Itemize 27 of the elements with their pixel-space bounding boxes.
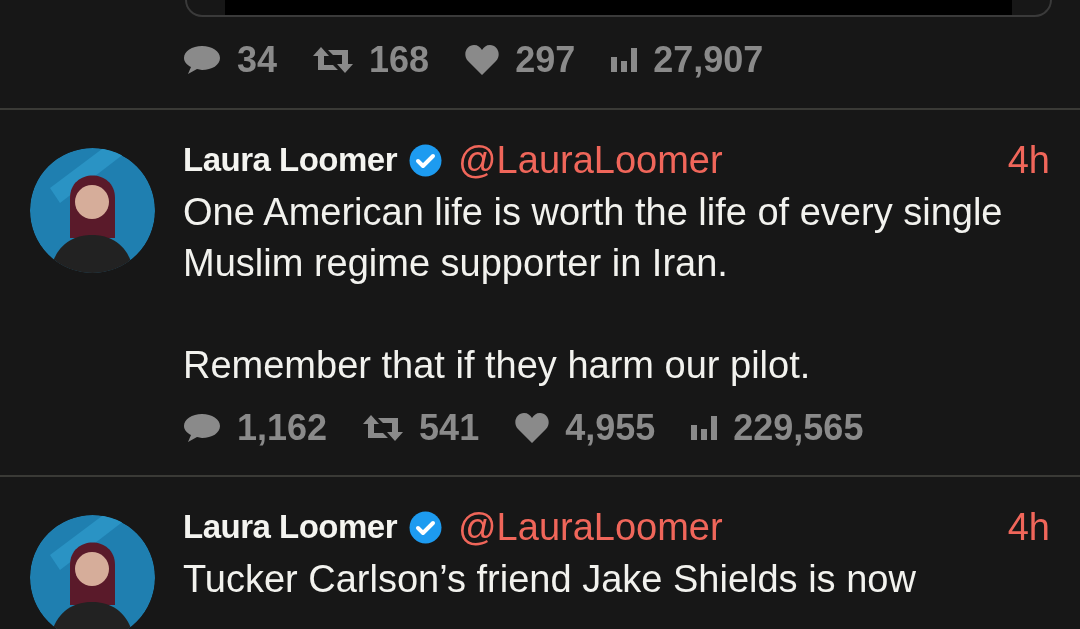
post-text: Tucker Carlson’s friend Jake Shields is now xyxy=(183,557,917,602)
reposts-count: 168 xyxy=(369,38,430,82)
post-time: 4h xyxy=(1007,137,1050,183)
author-name[interactable]: Laura Loomer xyxy=(183,502,398,552)
post-text: One American life is worth the life of every single Muslim regime supporter in Iran. xyxy=(183,190,1004,286)
replies-count: 1,162 xyxy=(237,406,328,450)
reply-icon[interactable] xyxy=(183,413,221,443)
replies-count: 34 xyxy=(237,38,278,82)
likes-count: 297 xyxy=(515,38,576,82)
views-count: 27,907 xyxy=(653,38,764,82)
author-handle[interactable]: @LauraLoomer xyxy=(458,498,723,556)
avatar[interactable] xyxy=(30,515,155,629)
heart-icon[interactable] xyxy=(465,45,500,75)
author-name[interactable]: Laura Loomer xyxy=(183,135,398,185)
author-handle[interactable]: @LauraLoomer xyxy=(458,131,723,189)
repost-icon[interactable] xyxy=(313,46,354,74)
reposts-count: 541 xyxy=(419,406,480,450)
post-text: Remember that if they harm our pilot. xyxy=(183,343,812,388)
bar-chart-icon[interactable] xyxy=(691,416,718,440)
post-time: 4h xyxy=(1007,504,1050,550)
repost-icon[interactable] xyxy=(363,414,404,442)
likes-count: 4,955 xyxy=(565,406,656,450)
avatar[interactable] xyxy=(30,148,155,273)
heart-icon[interactable] xyxy=(515,413,550,443)
bar-chart-icon[interactable] xyxy=(611,48,638,72)
reply-icon[interactable] xyxy=(183,45,221,75)
views-count: 229,565 xyxy=(733,406,864,450)
